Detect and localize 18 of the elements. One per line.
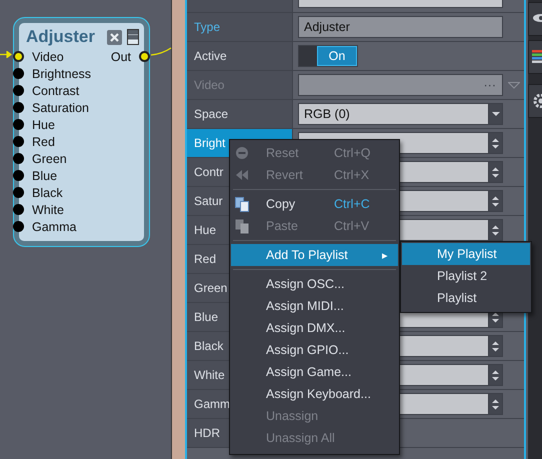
port-label: Gamma [32, 220, 76, 234]
port-label: Green [32, 152, 67, 166]
port-label: Saturation [32, 100, 89, 114]
shortcut-label: Ctrl+Q [334, 146, 370, 160]
port-label: Video [32, 50, 64, 64]
shortcut-label: Ctrl+C [334, 197, 370, 211]
node-title: Adjuster [26, 27, 95, 47]
port-label: Blue [32, 168, 58, 182]
port-label: Hue [32, 118, 55, 132]
shortcut-label: Ctrl+V [334, 219, 370, 233]
port-label: Red [32, 134, 55, 148]
port-label: White [32, 202, 64, 216]
submenu-arrow-icon: ▸ [382, 248, 388, 262]
shortcut-label: Ctrl+X [334, 168, 370, 182]
port-label: Out [110, 50, 131, 64]
port-label: Black [32, 186, 63, 200]
port-label: Contrast [32, 84, 80, 98]
port-label: Brightness [32, 66, 92, 80]
